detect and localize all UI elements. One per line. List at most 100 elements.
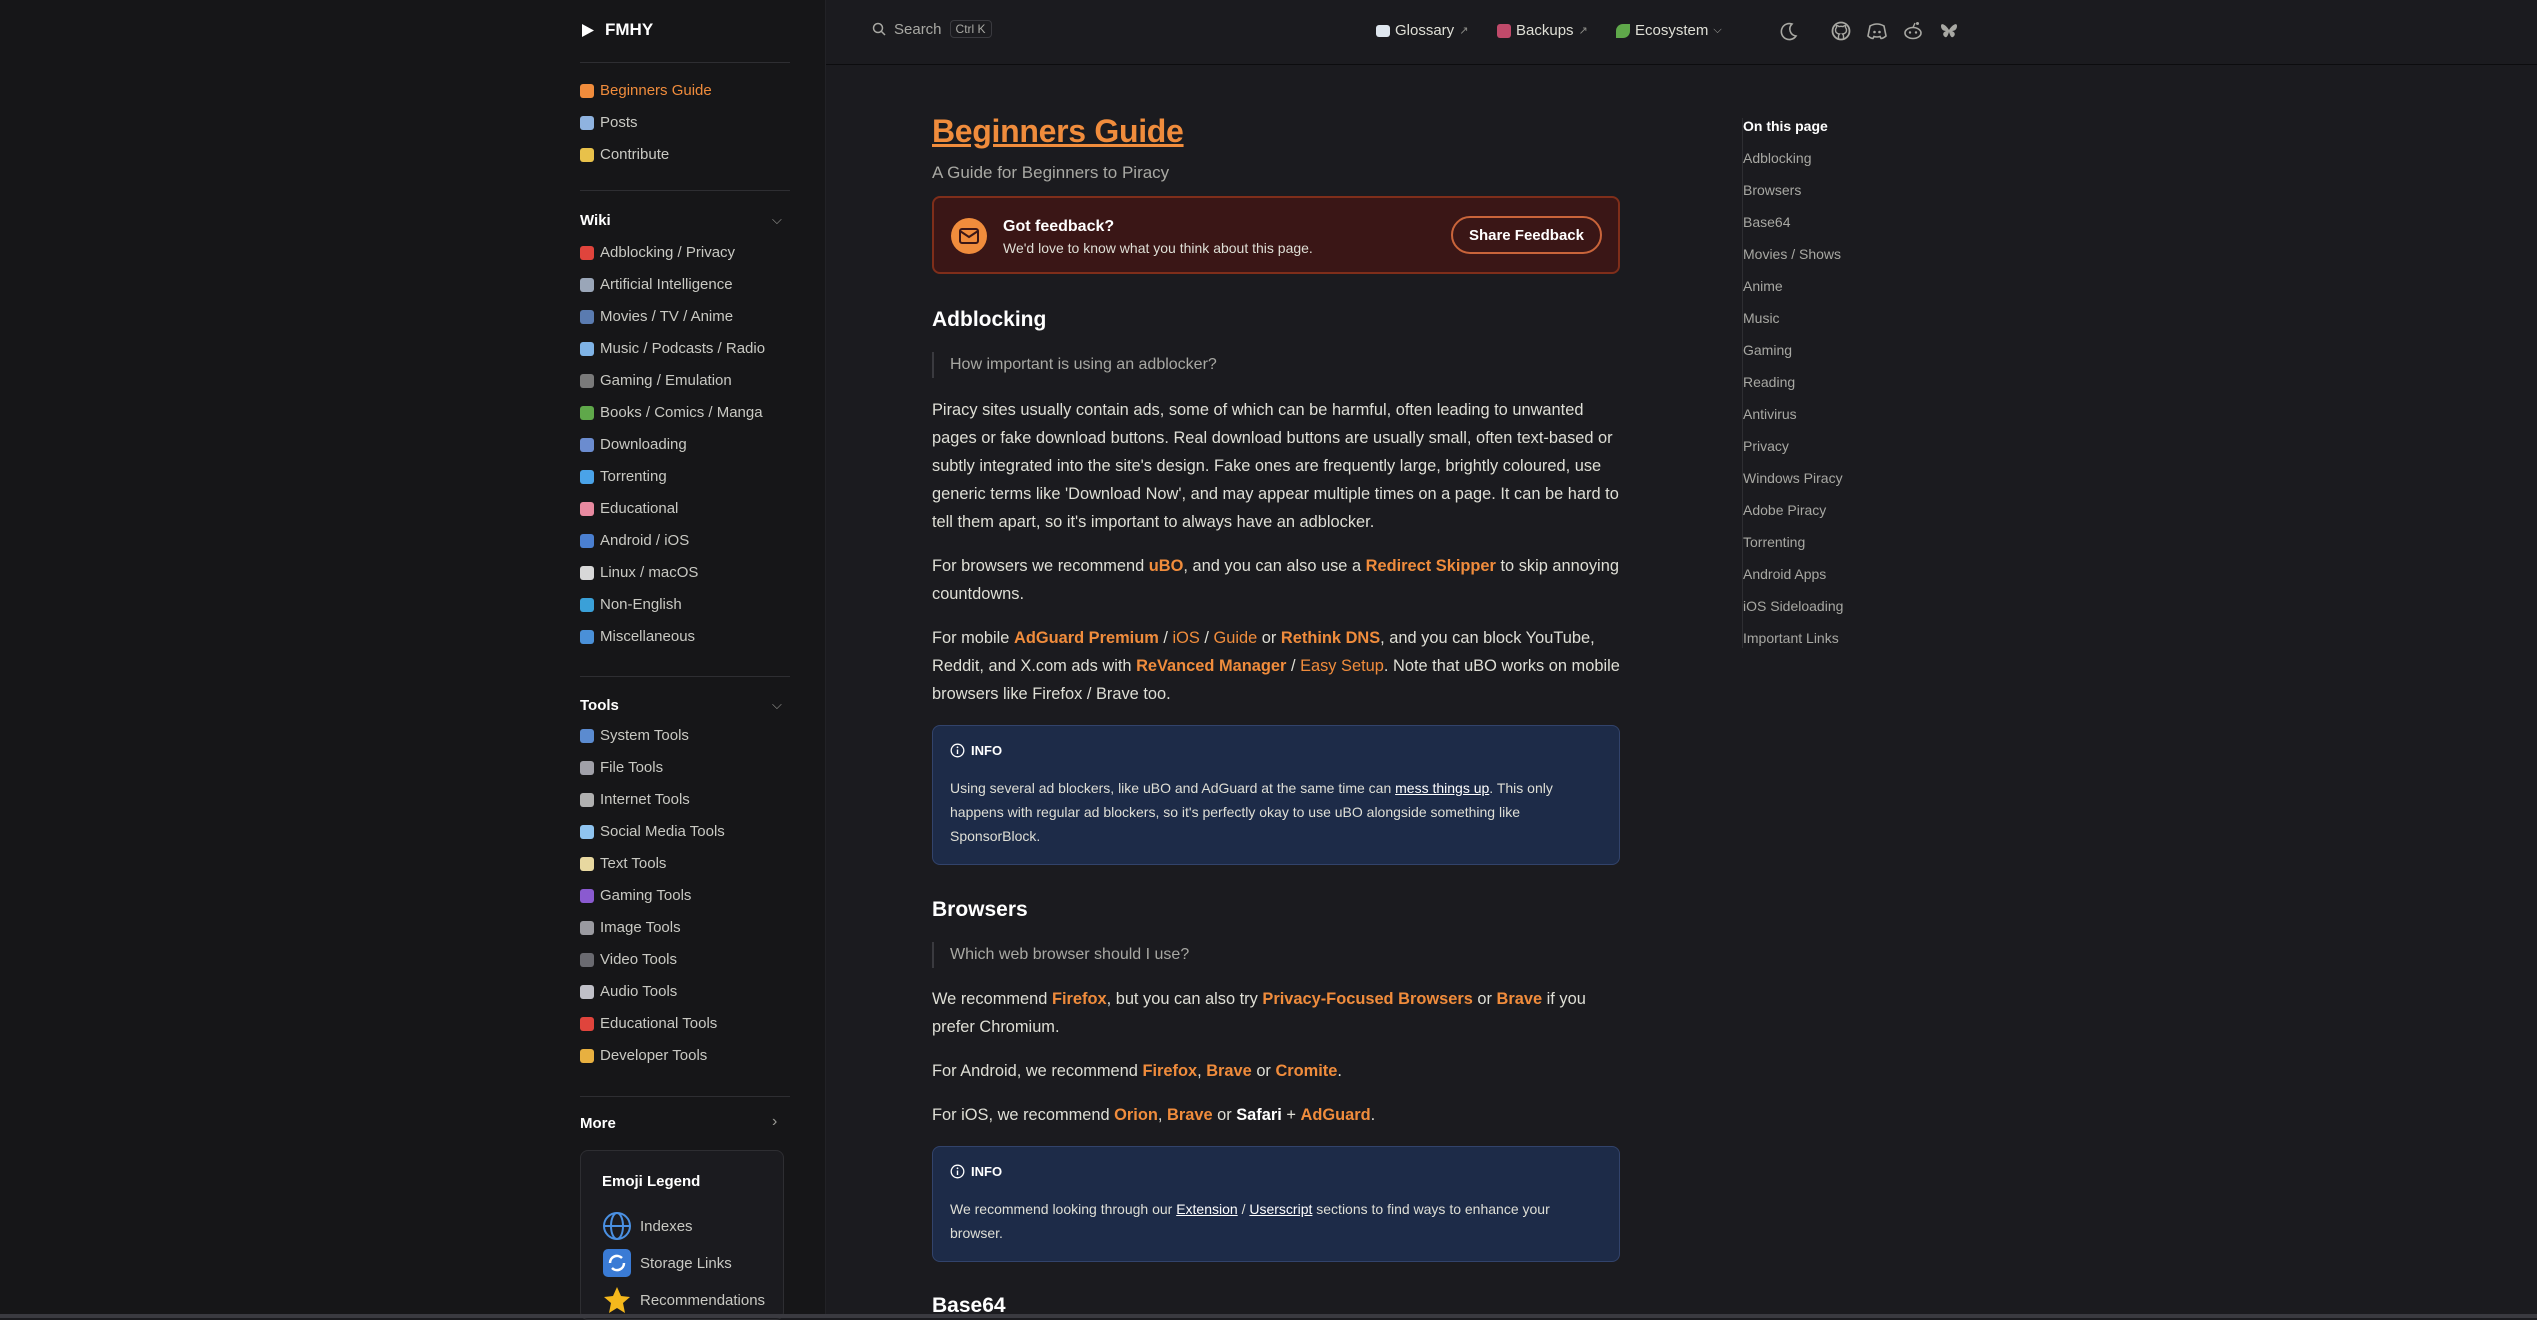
toc-item[interactable]: Adblocking (1743, 150, 1812, 166)
toc-item[interactable]: Base64 (1743, 214, 1790, 230)
info-text: We recommend looking through our Extensi… (950, 1197, 1604, 1245)
sidebar-item-file-tools[interactable]: File Tools (580, 759, 663, 776)
link-firefox[interactable]: Firefox (1142, 1062, 1197, 1080)
link-orion[interactable]: Orion (1114, 1106, 1158, 1124)
sidebar-item-system-tools[interactable]: System Tools (580, 727, 689, 744)
link-guide[interactable]: Guide (1213, 629, 1257, 647)
chevron-down-icon[interactable]: ⌵ (772, 212, 782, 228)
sidebar-item-developer-tools[interactable]: Developer Tools (580, 1047, 707, 1064)
link-ubo[interactable]: uBO (1149, 557, 1184, 575)
emoji-icon (580, 437, 594, 452)
sidebar-item-audio-tools[interactable]: Audio Tools (580, 983, 677, 1000)
emoji-icon (580, 277, 594, 292)
sidebar-item-video-tools[interactable]: Video Tools (580, 951, 677, 968)
sidebar-item-posts[interactable]: Posts (580, 114, 638, 131)
sidebar-item-gaming-tools[interactable]: Gaming Tools (580, 887, 691, 904)
sidebar-item-android-ios[interactable]: Android / iOS (580, 532, 689, 549)
nav-glossary[interactable]: Glossary ↗ (1376, 22, 1468, 39)
paragraph: Piracy sites usually contain ads, some o… (932, 401, 1619, 531)
chevron-down-icon[interactable]: ⌵ (772, 697, 782, 713)
toc-item[interactable]: Windows Piracy (1743, 470, 1843, 486)
text: , (1197, 1062, 1207, 1080)
sidebar-item-label: Internet Tools (600, 791, 690, 808)
sidebar-item-internet-tools[interactable]: Internet Tools (580, 791, 690, 808)
link-revanced-manager[interactable]: ReVanced Manager (1136, 657, 1286, 675)
page-title[interactable]: Beginners Guide (932, 113, 1184, 150)
chevron-right-icon[interactable]: › (772, 1113, 777, 1131)
toc-item[interactable]: Gaming (1743, 342, 1792, 358)
sidebar-item-beginners-guide[interactable]: Beginners Guide (580, 82, 712, 99)
toc-item[interactable]: Adobe Piracy (1743, 502, 1826, 518)
link-adguard-premium[interactable]: AdGuard Premium (1014, 629, 1159, 647)
link-brave[interactable]: Brave (1206, 1062, 1252, 1080)
bluesky-butterfly-icon[interactable] (1938, 20, 1960, 42)
more-section-title[interactable]: More (580, 1115, 616, 1132)
sidebar-item-label: Beginners Guide (600, 82, 712, 99)
tools-section-title[interactable]: Tools (580, 697, 619, 714)
sidebar-item-downloading[interactable]: Downloading (580, 436, 687, 453)
link-easy-setup[interactable]: Easy Setup (1300, 657, 1384, 675)
brand-link[interactable]: FMHY (580, 20, 653, 40)
toc-item[interactable]: Torrenting (1743, 534, 1805, 550)
toc-item[interactable]: Anime (1743, 278, 1783, 294)
sidebar-item-educational[interactable]: Educational (580, 500, 678, 517)
share-feedback-button[interactable]: Share Feedback (1450, 216, 1602, 254)
text: . (1337, 1062, 1342, 1080)
toc-item[interactable]: Privacy (1743, 438, 1789, 454)
link-ios[interactable]: iOS (1172, 629, 1199, 647)
sidebar-item-artificial-intelligence[interactable]: Artificial Intelligence (580, 276, 733, 293)
sidebar-item-adblocking-privacy[interactable]: Adblocking / Privacy (580, 244, 735, 261)
toc-item[interactable]: Antivirus (1743, 406, 1797, 422)
sidebar-item-miscellaneous[interactable]: Miscellaneous (580, 628, 695, 645)
emoji-icon (580, 533, 594, 548)
link-extension[interactable]: Extension (1176, 1201, 1237, 1217)
discord-icon[interactable] (1866, 20, 1888, 42)
sidebar-item-books-comics-manga[interactable]: Books / Comics / Manga (580, 404, 763, 421)
link-firefox[interactable]: Firefox (1052, 990, 1107, 1008)
toc-item[interactable]: Browsers (1743, 182, 1801, 198)
sidebar-item-movies-tv-anime[interactable]: Movies / TV / Anime (580, 308, 733, 325)
sidebar-item-label: Linux / macOS (600, 564, 699, 581)
link-privacy-focused-browsers[interactable]: Privacy-Focused Browsers (1262, 990, 1472, 1008)
emoji-icon (580, 597, 594, 612)
link-adguard[interactable]: AdGuard (1301, 1106, 1371, 1124)
emoji-legend: Emoji Legend Indexes Storage Links Recom… (580, 1150, 784, 1320)
search-button[interactable]: Search Ctrl K (872, 20, 992, 38)
link-userscript[interactable]: Userscript (1249, 1201, 1312, 1217)
reddit-icon[interactable] (1902, 20, 1924, 42)
emoji-icon (580, 824, 594, 839)
sidebar-item-torrenting[interactable]: Torrenting (580, 468, 667, 485)
search-icon (872, 22, 886, 36)
sidebar-item-music-podcasts-radio[interactable]: Music / Podcasts / Radio (580, 340, 765, 357)
sidebar-item-text-tools[interactable]: Text Tools (580, 855, 666, 872)
toc-item[interactable]: Important Links (1743, 630, 1839, 646)
emoji-icon (580, 373, 594, 388)
nav-ecosystem[interactable]: Ecosystem ⌵ (1616, 22, 1722, 39)
toc-item[interactable]: Android Apps (1743, 566, 1826, 582)
sidebar-item-contribute[interactable]: Contribute (580, 146, 669, 163)
link-brave[interactable]: Brave (1497, 990, 1543, 1008)
theme-toggle-moon-icon[interactable] (1777, 20, 1799, 42)
sidebar-item-gaming-emulation[interactable]: Gaming / Emulation (580, 372, 732, 389)
link-mess-things-up[interactable]: mess things up (1395, 780, 1489, 796)
toc-item[interactable]: Reading (1743, 374, 1795, 390)
toc-item[interactable]: iOS Sideloading (1743, 598, 1843, 614)
sidebar-item-educational-tools[interactable]: Educational Tools (580, 1015, 717, 1032)
sidebar-item-non-english[interactable]: Non-English (580, 596, 682, 613)
link-cromite[interactable]: Cromite (1275, 1062, 1337, 1080)
github-icon[interactable] (1830, 20, 1852, 42)
wiki-section-title[interactable]: Wiki (580, 212, 611, 229)
sidebar-item-linux-macos[interactable]: Linux / macOS (580, 564, 698, 581)
link-brave[interactable]: Brave (1167, 1106, 1213, 1124)
sidebar-item-label: Video Tools (600, 951, 678, 968)
toc-item[interactable]: Music (1743, 310, 1780, 326)
toc-item[interactable]: Movies / Shows (1743, 246, 1841, 262)
link-rethink-dns[interactable]: Rethink DNS (1281, 629, 1380, 647)
sidebar-item-social-media-tools[interactable]: Social Media Tools (580, 823, 725, 840)
emoji-icon (580, 245, 594, 260)
paragraph: For mobile AdGuard Premium / iOS / Guide… (932, 624, 1622, 708)
external-link-icon: ↗ (1459, 25, 1469, 37)
sidebar-item-image-tools[interactable]: Image Tools (580, 919, 681, 936)
link-redirect-skipper[interactable]: Redirect Skipper (1366, 557, 1496, 575)
nav-backups[interactable]: Backups ↗ (1497, 22, 1588, 39)
